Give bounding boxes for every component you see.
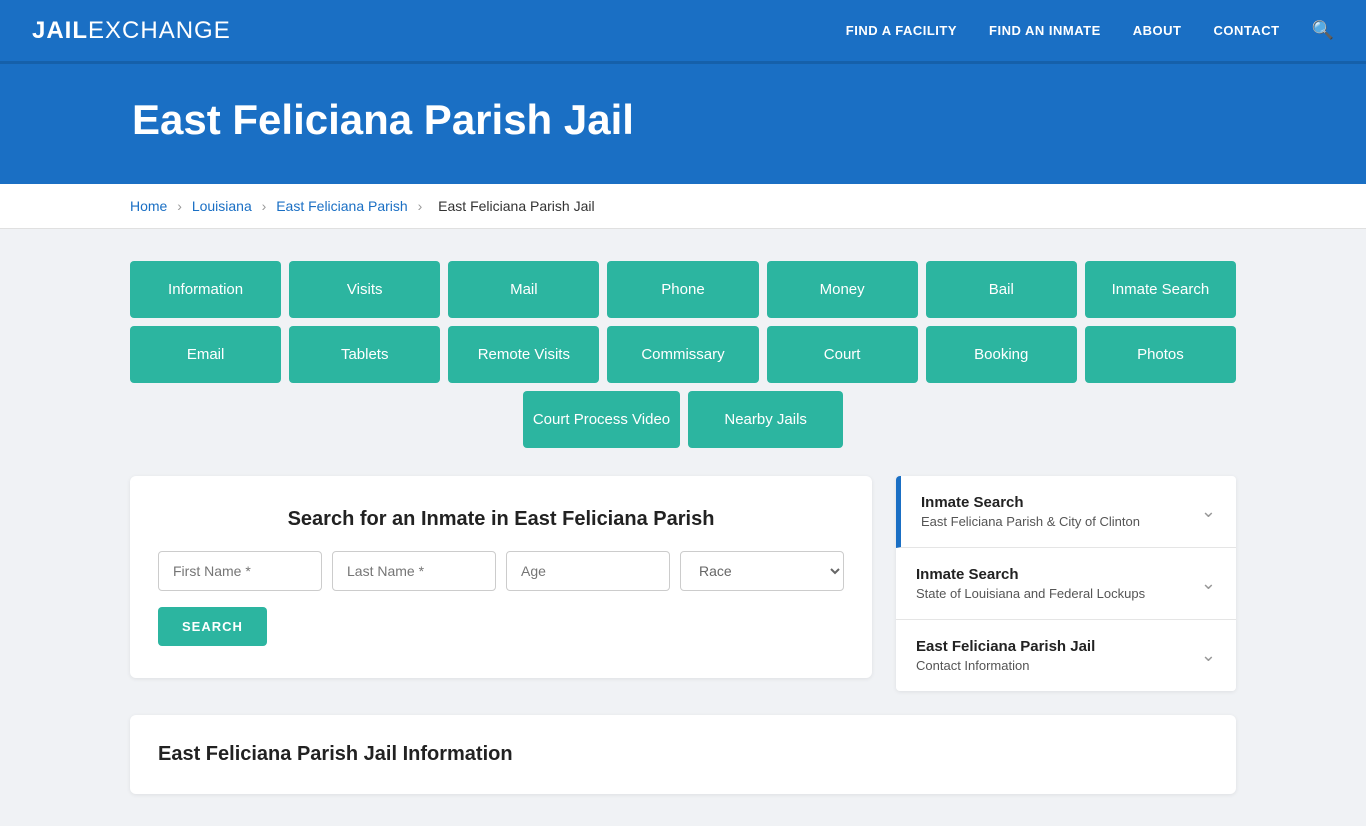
sidebar-state-title: Inmate Search bbox=[916, 566, 1191, 583]
last-name-input[interactable] bbox=[332, 551, 496, 591]
phone-tab[interactable]: Phone bbox=[607, 261, 758, 318]
sidebar-item-contact[interactable]: East Feliciana Parish Jail Contact Infor… bbox=[896, 620, 1236, 691]
sidebar-item-state[interactable]: Inmate Search State of Louisiana and Fed… bbox=[896, 548, 1236, 620]
main-content: Information Visits Mail Phone Money Bail… bbox=[0, 229, 1366, 826]
inmate-search-tab[interactable]: Inmate Search bbox=[1085, 261, 1236, 318]
hero-section: East Feliciana Parish Jail bbox=[0, 64, 1366, 184]
breadcrumb-sep-2: › bbox=[262, 198, 267, 214]
tab-row-2: Email Tablets Remote Visits Commissary C… bbox=[130, 326, 1236, 383]
nearby-jails-tab[interactable]: Nearby Jails bbox=[688, 391, 843, 448]
booking-tab[interactable]: Booking bbox=[926, 326, 1077, 383]
chevron-down-icon-3: ⌄ bbox=[1201, 645, 1216, 666]
inmate-search-box: Search for an Inmate in East Feliciana P… bbox=[130, 476, 872, 678]
email-tab[interactable]: Email bbox=[130, 326, 281, 383]
sidebar-item-text-state: Inmate Search State of Louisiana and Fed… bbox=[916, 566, 1191, 601]
nav-contact[interactable]: CONTACT bbox=[1213, 23, 1279, 38]
remote-visits-tab[interactable]: Remote Visits bbox=[448, 326, 599, 383]
nav-find-inmate[interactable]: FIND AN INMATE bbox=[989, 23, 1101, 38]
tab-row-3: Court Process Video Nearby Jails bbox=[130, 391, 1236, 448]
tablets-tab[interactable]: Tablets bbox=[289, 326, 440, 383]
breadcrumb-sep-1: › bbox=[177, 198, 182, 214]
breadcrumb: Home › Louisiana › East Feliciana Parish… bbox=[0, 184, 1366, 229]
sidebar-item-text-contact: East Feliciana Parish Jail Contact Infor… bbox=[916, 638, 1191, 673]
court-process-video-tab[interactable]: Court Process Video bbox=[523, 391, 680, 448]
first-name-input[interactable] bbox=[158, 551, 322, 591]
sidebar-local-title: Inmate Search bbox=[921, 494, 1191, 511]
age-input[interactable] bbox=[506, 551, 670, 591]
nav-find-facility[interactable]: FIND A FACILITY bbox=[846, 23, 957, 38]
sidebar-contact-title: East Feliciana Parish Jail bbox=[916, 638, 1191, 655]
breadcrumb-louisiana[interactable]: Louisiana bbox=[192, 198, 252, 214]
nav-about[interactable]: ABOUT bbox=[1133, 23, 1182, 38]
breadcrumb-current: East Feliciana Parish Jail bbox=[438, 198, 594, 214]
breadcrumb-home[interactable]: Home bbox=[130, 198, 167, 214]
sidebar-state-sub: State of Louisiana and Federal Lockups bbox=[916, 586, 1191, 601]
info-title: East Feliciana Parish Jail Information bbox=[158, 743, 1208, 766]
commissary-tab[interactable]: Commissary bbox=[607, 326, 758, 383]
mail-tab[interactable]: Mail bbox=[448, 261, 599, 318]
visits-tab[interactable]: Visits bbox=[289, 261, 440, 318]
search-icon[interactable]: 🔍 bbox=[1312, 20, 1334, 41]
sidebar-contact-sub: Contact Information bbox=[916, 658, 1191, 673]
search-inputs: Race White Black Hispanic Asian Other bbox=[158, 551, 844, 591]
money-tab[interactable]: Money bbox=[767, 261, 918, 318]
logo-jail: JAIL bbox=[32, 17, 88, 44]
race-select[interactable]: Race White Black Hispanic Asian Other bbox=[680, 551, 844, 591]
breadcrumb-parish[interactable]: East Feliciana Parish bbox=[276, 198, 408, 214]
photos-tab[interactable]: Photos bbox=[1085, 326, 1236, 383]
court-tab[interactable]: Court bbox=[767, 326, 918, 383]
sidebar-item-text-local: Inmate Search East Feliciana Parish & Ci… bbox=[921, 494, 1191, 529]
info-section: East Feliciana Parish Jail Information bbox=[130, 715, 1236, 794]
sidebar-local-sub: East Feliciana Parish & City of Clinton bbox=[921, 514, 1191, 529]
search-title: Search for an Inmate in East Feliciana P… bbox=[158, 508, 844, 531]
logo-exchange: EXCHANGE bbox=[88, 17, 231, 44]
sidebar-item-local[interactable]: Inmate Search East Feliciana Parish & Ci… bbox=[896, 476, 1236, 548]
information-tab[interactable]: Information bbox=[130, 261, 281, 318]
page-title: East Feliciana Parish Jail bbox=[132, 96, 1334, 144]
chevron-down-icon-2: ⌄ bbox=[1201, 573, 1216, 594]
sidebar: Inmate Search East Feliciana Parish & Ci… bbox=[896, 476, 1236, 691]
tab-row-1: Information Visits Mail Phone Money Bail… bbox=[130, 261, 1236, 318]
chevron-down-icon: ⌄ bbox=[1201, 501, 1216, 522]
lower-section: Search for an Inmate in East Feliciana P… bbox=[130, 476, 1236, 691]
search-button[interactable]: SEARCH bbox=[158, 607, 267, 646]
navbar: JAILEXCHANGE FIND A FACILITY FIND AN INM… bbox=[0, 0, 1366, 64]
nav-logo[interactable]: JAILEXCHANGE bbox=[32, 17, 231, 45]
bail-tab[interactable]: Bail bbox=[926, 261, 1077, 318]
breadcrumb-sep-3: › bbox=[418, 198, 423, 214]
nav-links: FIND A FACILITY FIND AN INMATE ABOUT CON… bbox=[846, 20, 1334, 41]
